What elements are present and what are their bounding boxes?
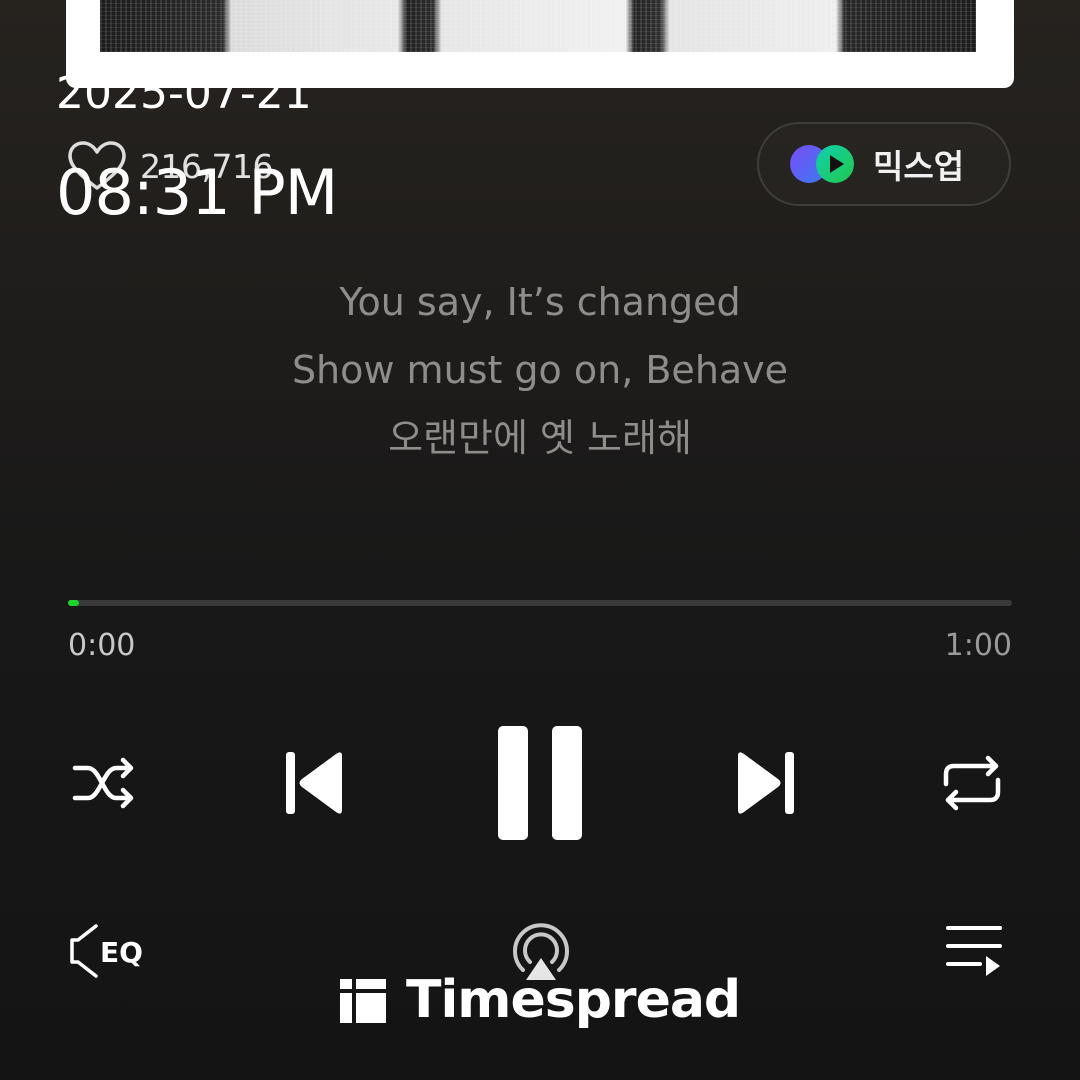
elapsed-time: 0:00 — [68, 628, 136, 663]
shuffle-icon — [72, 757, 134, 809]
next-button[interactable] — [734, 748, 798, 818]
pause-icon — [498, 726, 582, 840]
overlay-time: 08:31 PM — [56, 156, 338, 229]
repeat-icon — [943, 755, 1001, 811]
total-duration: 1:00 — [944, 628, 1012, 663]
next-icon — [738, 752, 794, 814]
overlay-date: 2025-07-21 — [56, 68, 312, 110]
progress-fill — [68, 600, 80, 606]
equalizer-icon: EQ — [70, 924, 143, 978]
pause-button[interactable] — [494, 724, 586, 842]
eq-label: EQ — [100, 936, 143, 969]
progress-bar[interactable] — [68, 600, 1012, 606]
mixup-icon — [790, 145, 854, 183]
mixup-button[interactable]: 믹스업 — [757, 122, 1011, 206]
watermark: Timespread — [340, 970, 741, 1030]
repeat-button[interactable] — [938, 750, 1006, 816]
lyric-line: You say, It’s changed — [339, 280, 741, 324]
playlist-button[interactable] — [944, 922, 1004, 980]
equalizer-button[interactable]: EQ — [66, 918, 150, 984]
watermark-text: Timespread — [406, 970, 741, 1030]
watermark-logo-icon — [340, 979, 386, 1023]
lyrics-panel[interactable]: You say, It’s changed Show must go on, B… — [0, 268, 1080, 472]
shuffle-button[interactable] — [70, 752, 140, 814]
album-art — [100, 0, 976, 52]
mixup-label: 믹스업 — [873, 147, 965, 186]
playlist-icon — [946, 926, 1002, 976]
lyric-line: 오랜만에 옛 노래해 — [388, 416, 692, 460]
previous-icon — [286, 752, 342, 814]
lyric-line: Show must go on, Behave — [291, 348, 789, 392]
previous-button[interactable] — [282, 748, 346, 818]
